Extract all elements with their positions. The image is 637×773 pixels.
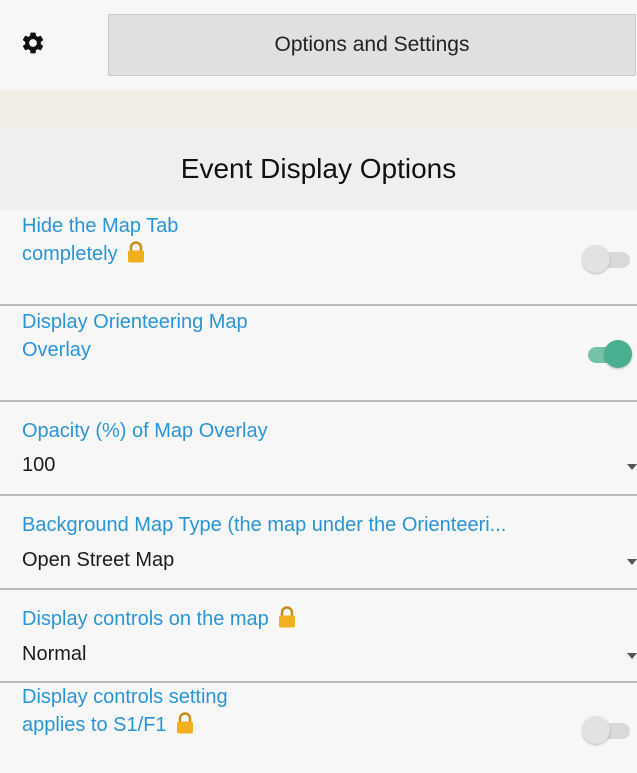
- background-map-type-select-value[interactable]: Open Street Map: [22, 549, 174, 572]
- dropdown-caret-icon[interactable]: [627, 464, 637, 470]
- background-map-type-label: Background Map Type (the map under the O…: [22, 514, 507, 536]
- lock-icon: [176, 712, 193, 734]
- display-controls-row[interactable]: Display controls on the map Normal: [0, 590, 637, 683]
- display-map-overlay-row: Display Orienteering Map Overlay: [0, 306, 637, 402]
- hide-map-tab-row: Hide the Map Tab completely: [0, 210, 637, 306]
- gear-icon[interactable]: [20, 30, 46, 56]
- dropdown-caret-icon[interactable]: [627, 559, 637, 565]
- controls-applies-s1f1-toggle[interactable]: [582, 715, 632, 745]
- display-controls-label: Display controls on the map: [22, 605, 297, 633]
- display-map-overlay-toggle[interactable]: [582, 339, 632, 369]
- controls-applies-s1f1-label: Display controls setting applies to S1/F…: [22, 686, 228, 736]
- toggle-knob: [582, 716, 610, 744]
- hide-map-tab-label: Hide the Map Tab completely: [22, 215, 179, 265]
- lock-icon: [127, 241, 144, 263]
- controls-applies-s1f1-row: Display controls setting applies to S1/F…: [0, 683, 637, 773]
- toggle-knob: [582, 245, 610, 273]
- toggle-knob: [604, 340, 632, 368]
- opacity-select-value[interactable]: 100: [22, 454, 55, 477]
- options-and-settings-button[interactable]: Options and Settings: [108, 14, 636, 76]
- lock-icon: [278, 606, 295, 628]
- dropdown-caret-icon[interactable]: [627, 653, 637, 659]
- display-map-overlay-label: Display Orienteering Map Overlay: [22, 311, 248, 361]
- panel-title: Event Display Options: [0, 127, 637, 210]
- background-map-type-row[interactable]: Background Map Type (the map under the O…: [0, 496, 637, 590]
- display-controls-select-value[interactable]: Normal: [22, 643, 86, 666]
- event-display-options-panel: Event Display Options Hide the Map Tab c…: [0, 127, 637, 773]
- opacity-label: Opacity (%) of Map Overlay: [22, 420, 268, 442]
- hide-map-tab-toggle[interactable]: [582, 244, 632, 274]
- top-bar: Options and Settings: [0, 0, 637, 90]
- opacity-row[interactable]: Opacity (%) of Map Overlay 100: [0, 402, 637, 496]
